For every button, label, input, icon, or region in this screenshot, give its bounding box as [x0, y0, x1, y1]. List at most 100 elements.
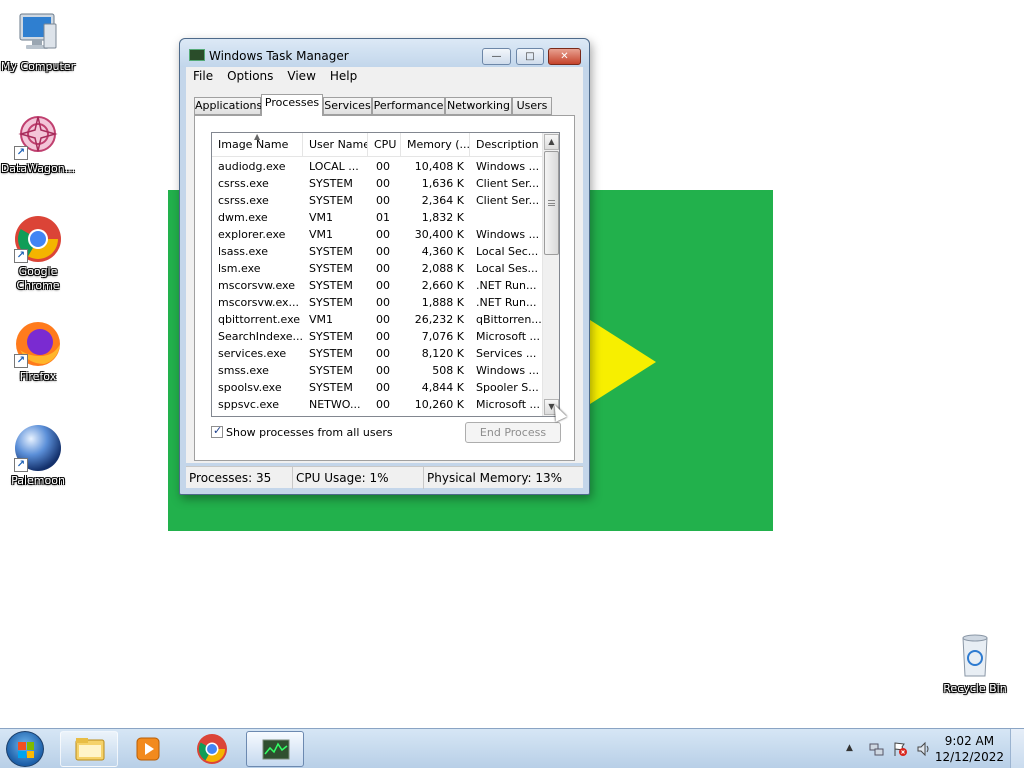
table-row[interactable]: qbittorrent.exe VM1 00 26,232 K qBittorren..…	[212, 311, 544, 328]
cell-image-name: mscorsvw.exe	[218, 279, 295, 292]
cell-user-name: NETWO...	[309, 398, 361, 411]
menu-help[interactable]: Help	[323, 67, 364, 83]
tab-users[interactable]: Users	[512, 97, 552, 115]
title-bar[interactable]: Windows Task Manager — □ ✕	[180, 39, 589, 67]
desktop-icon-my-computer[interactable]: My Computer	[0, 10, 76, 74]
desktop-icon-chrome[interactable]: ↗ Google Chrome	[0, 215, 76, 293]
scroll-thumb[interactable]	[544, 151, 559, 255]
cell-user-name: VM1	[309, 313, 334, 326]
action-center-flag-icon[interactable]	[892, 741, 908, 760]
column-header-user-name[interactable]: User Name	[303, 133, 368, 157]
cell-user-name: SYSTEM	[309, 381, 353, 394]
cell-description: Client Ser...	[476, 177, 540, 190]
vertical-scrollbar[interactable]: ▲ ▼	[542, 133, 559, 416]
cell-image-name: mscorsvw.ex...	[218, 296, 300, 309]
table-row[interactable]: dwm.exe VM1 01 1,832 K	[212, 209, 544, 226]
palemoon-icon: ↗	[14, 424, 62, 472]
cell-user-name: SYSTEM	[309, 279, 353, 292]
desktop-icon-palemoon[interactable]: ↗ Palemoon	[0, 424, 76, 488]
table-row[interactable]: spoolsv.exe SYSTEM 00 4,844 K Spooler S...	[212, 379, 544, 396]
table-row[interactable]: smss.exe SYSTEM 00 508 K Windows ...	[212, 362, 544, 379]
cell-description: Services ...	[476, 347, 537, 360]
computer-icon	[14, 10, 62, 58]
cell-description: Client Ser...	[476, 194, 540, 207]
column-header-description[interactable]: Description	[470, 133, 544, 157]
shortcut-arrow-icon: ↗	[14, 249, 28, 263]
network-icon[interactable]	[868, 741, 884, 760]
cell-description: .NET Run...	[476, 296, 537, 309]
volume-icon[interactable]	[916, 741, 932, 760]
table-row[interactable]: SearchIndexe... SYSTEM 00 7,076 K Microsoft …	[212, 328, 544, 345]
start-button[interactable]	[6, 731, 44, 767]
menu-options[interactable]: Options	[220, 67, 280, 83]
column-header-cpu[interactable]: CPU	[368, 133, 401, 157]
table-row[interactable]: mscorsvw.exe SYSTEM 00 2,660 K .NET Run...	[212, 277, 544, 294]
cell-memory: 1,832 K	[421, 211, 464, 224]
status-processes: Processes: 35	[186, 467, 293, 489]
cell-image-name: spoolsv.exe	[218, 381, 282, 394]
cell-memory: 26,232 K	[414, 313, 464, 326]
status-bar: Processes: 35 CPU Usage: 1% Physical Mem…	[186, 466, 583, 489]
close-button[interactable]: ✕	[548, 48, 581, 65]
cell-cpu: 00	[376, 160, 390, 173]
tab-services[interactable]: Services	[323, 97, 372, 115]
table-row[interactable]: lsass.exe SYSTEM 00 4,360 K Local Sec...	[212, 243, 544, 260]
end-process-button[interactable]: End Process	[465, 422, 561, 443]
clock-date: 12/12/2022	[934, 750, 1004, 764]
menu-file[interactable]: File	[186, 67, 220, 83]
show-all-users-option[interactable]: Show processes from all users	[211, 424, 393, 440]
windows-logo-icon	[18, 742, 34, 758]
taskbar-media-player-button[interactable]	[120, 731, 178, 767]
desktop-icon-label: DataWagon...	[0, 162, 76, 175]
table-row[interactable]: audiodg.exe LOCAL ... 00 10,408 K Windows ..…	[212, 158, 544, 175]
cell-memory: 10,408 K	[414, 160, 464, 173]
cell-user-name: SYSTEM	[309, 194, 353, 207]
table-row[interactable]: mscorsvw.ex... SYSTEM 00 1,888 K .NET Run...	[212, 294, 544, 311]
desktop-icon-datawagon[interactable]: ↗ DataWagon...	[0, 112, 76, 176]
status-cpu-usage: CPU Usage: 1%	[293, 467, 424, 489]
cell-image-name: lsm.exe	[218, 262, 261, 275]
column-header-image-name[interactable]: ▲ Image Name	[212, 133, 303, 157]
desktop-icon-recycle-bin[interactable]: Recycle Bin	[937, 632, 1013, 696]
cell-memory: 10,260 K	[414, 398, 464, 411]
cell-cpu: 00	[376, 228, 390, 241]
tab-performance[interactable]: Performance	[372, 97, 445, 115]
table-row[interactable]: csrss.exe SYSTEM 00 1,636 K Client Ser...	[212, 175, 544, 192]
desktop-icon-label: Recycle Bin	[943, 682, 1007, 695]
cell-cpu: 00	[376, 279, 390, 292]
table-row[interactable]: lsm.exe SYSTEM 00 2,088 K Local Ses...	[212, 260, 544, 277]
taskbar-task-manager-button[interactable]	[246, 731, 304, 767]
column-header-memory[interactable]: Memory (...	[401, 133, 470, 157]
show-all-users-checkbox[interactable]	[211, 424, 223, 438]
table-row[interactable]: sppsvc.exe NETWO... 00 10,260 K Microsoft ..…	[212, 396, 544, 413]
tab-processes[interactable]: Processes	[261, 94, 323, 116]
table-row[interactable]: services.exe SYSTEM 00 8,120 K Services ...	[212, 345, 544, 362]
menu-view[interactable]: View	[280, 67, 322, 83]
tab-networking[interactable]: Networking	[445, 97, 512, 115]
table-row[interactable]: csrss.exe SYSTEM 00 2,364 K Client Ser...	[212, 192, 544, 209]
desktop-icon-firefox[interactable]: ↗ Firefox	[0, 320, 76, 384]
show-desktop-button[interactable]	[1010, 729, 1024, 768]
tab-applications[interactable]: Applications	[194, 97, 262, 115]
cell-cpu: 00	[376, 381, 390, 394]
scroll-up-button[interactable]: ▲	[544, 134, 559, 150]
taskbar-explorer-button[interactable]	[60, 731, 118, 767]
desktop-icon-label: Firefox	[19, 370, 57, 383]
folder-icon	[75, 738, 105, 761]
firefox-icon: ↗	[14, 320, 62, 368]
cell-image-name: dwm.exe	[218, 211, 268, 224]
cell-image-name: smss.exe	[218, 364, 269, 377]
process-rows: audiodg.exe LOCAL ... 00 10,408 K Windows ..…	[212, 158, 544, 413]
cell-description: Local Ses...	[476, 262, 538, 275]
maximize-button[interactable]: □	[516, 48, 544, 65]
minimize-button[interactable]: —	[482, 48, 511, 65]
cell-description: Windows ...	[476, 160, 540, 173]
table-row[interactable]: explorer.exe VM1 00 30,400 K Windows ...	[212, 226, 544, 243]
show-hidden-icons-button[interactable]: ▲	[846, 743, 853, 753]
cell-memory: 2,088 K	[421, 262, 464, 275]
taskbar-chrome-button[interactable]	[183, 731, 241, 767]
process-list[interactable]: ▲ Image Name User Name CPU Memory (... De…	[211, 132, 560, 417]
cell-memory: 7,076 K	[421, 330, 464, 343]
cell-cpu: 00	[376, 398, 390, 411]
clock[interactable]: 9:02 AM 12/12/2022	[935, 733, 1004, 765]
